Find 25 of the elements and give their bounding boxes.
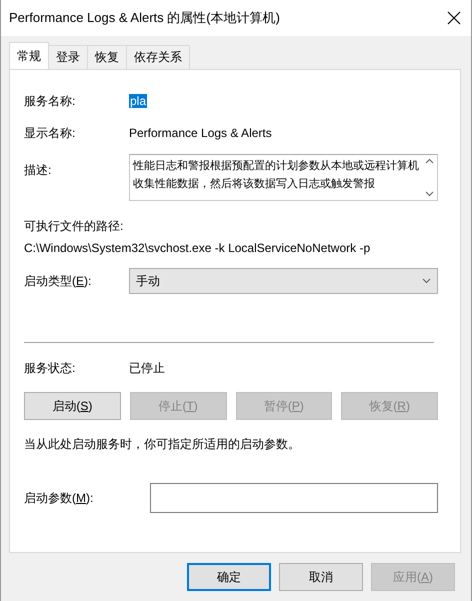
description-box[interactable]: 性能日志和警报根据预配置的计划参数从本地或远程计算机收集性能数据，然后将该数据写入日志或触发警报 [129, 154, 438, 201]
close-icon[interactable] [447, 11, 461, 25]
start-parameters-field[interactable] [150, 483, 438, 513]
field-label: 服务状态: [24, 360, 76, 376]
service-name-value: pla [129, 94, 148, 108]
tab[interactable]: 依存关系 [126, 45, 190, 69]
scroll-down-icon[interactable] [424, 191, 434, 197]
dialog-button[interactable]: 确定 [187, 563, 271, 591]
hint-text: 当从此处启动服务时，你可指定所适用的启动参数。 [24, 436, 301, 453]
dialog-button[interactable]: 取消 [279, 563, 363, 591]
field-label: 服务名称: [24, 92, 76, 110]
field-label: 描述: [24, 162, 52, 179]
startup-type-dropdown[interactable]: 手动 [129, 268, 438, 294]
scroll-up-icon[interactable] [424, 158, 434, 164]
service-control-button[interactable]: 启动(S) [24, 392, 121, 420]
field-label: 可执行文件的路径: [24, 218, 124, 235]
field-label: 显示名称: [24, 124, 76, 142]
window-title: Performance Logs & Alerts 的属性(本地计算机) [9, 9, 280, 27]
tab[interactable]: 常规 [9, 42, 49, 69]
field-label: 启动类型(E): [24, 272, 92, 290]
executable-path: C:\Windows\System32\svchost.exe -k LocalServiceNoNetwork -p [24, 241, 372, 255]
service-status-value: 已停止 [129, 360, 165, 376]
chevron-down-icon [422, 278, 431, 284]
display-name-value: Performance Logs & Alerts [129, 126, 272, 140]
field-label: 启动参数(M): [24, 490, 94, 506]
